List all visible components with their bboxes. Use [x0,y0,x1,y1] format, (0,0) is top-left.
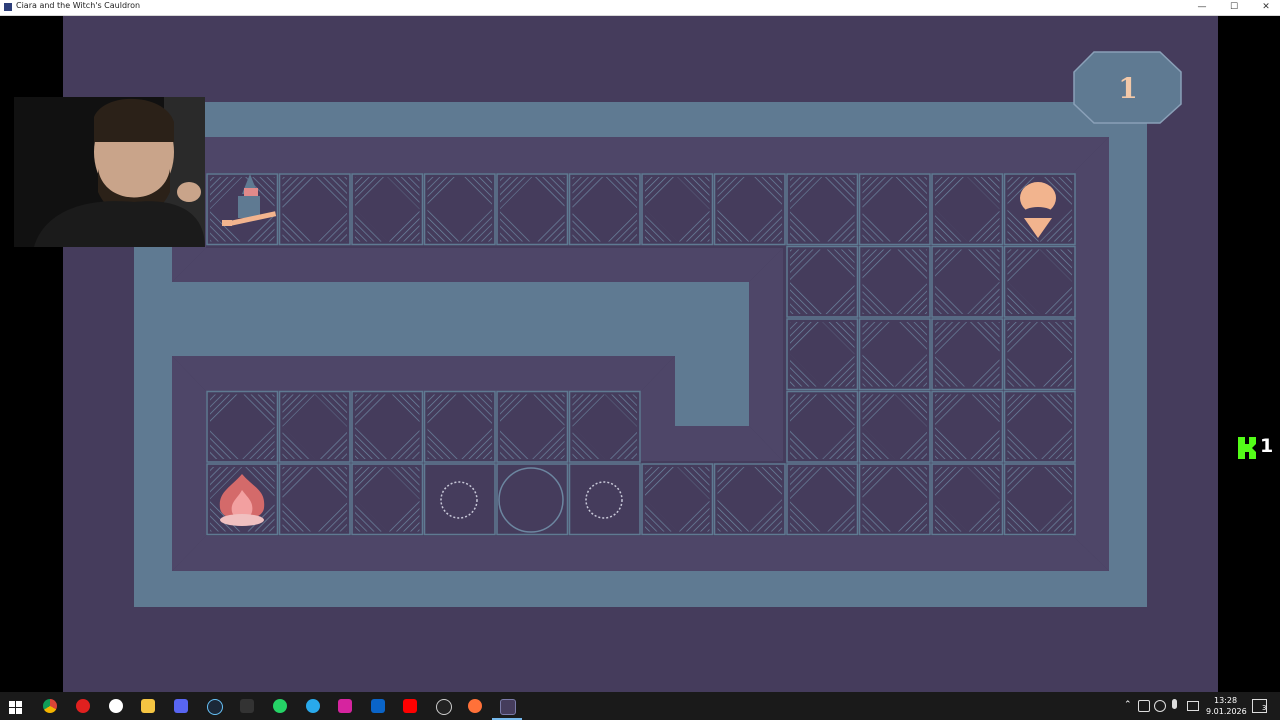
floor-tile[interactable] [786,173,859,246]
maximize-icon: ☐ [1229,2,1239,12]
floor-tile[interactable] [568,173,641,246]
floor-tile[interactable] [568,463,641,536]
bevel-top-row [172,137,1109,173]
folder-icon[interactable] [141,699,155,713]
floor-tile[interactable] [278,173,351,246]
streamer-avatar [14,97,205,247]
app-icon [4,3,12,11]
floor-tile[interactable] [351,390,424,463]
floor-tile[interactable] [786,318,859,391]
floor-tile[interactable] [423,463,496,536]
floor-tile[interactable] [713,463,786,536]
floor-tile[interactable] [496,463,569,536]
floor-tile[interactable] [423,173,496,246]
kick-overlay: 1 [1236,435,1280,459]
opera-icon[interactable] [76,699,90,713]
display-icon[interactable] [1187,701,1199,711]
level-board[interactable]: 1 [63,16,1218,692]
floor-tile[interactable] [713,173,786,246]
yandex-icon[interactable] [109,699,123,713]
floor-tile[interactable] [786,390,859,463]
obs-icon[interactable] [436,699,452,715]
start-icon[interactable] [9,699,22,714]
floor-tile[interactable] [931,245,1004,318]
active-app-icon[interactable] [500,699,516,715]
minimize-button[interactable]: — [1186,0,1218,15]
window-title: Ciara and the Witch's Cauldron [16,1,141,10]
floor-tile[interactable] [858,173,931,246]
floor-tile[interactable] [786,463,859,536]
chrome-icon[interactable] [43,699,57,713]
steam-icon[interactable] [207,699,223,715]
floor-tile[interactable] [931,318,1004,391]
outlook-icon[interactable] [371,699,385,713]
close-button[interactable]: ✕ [1250,0,1280,15]
floor-tile[interactable] [206,390,279,463]
floor-tile[interactable] [931,173,1004,246]
floor-tile[interactable] [641,173,714,246]
game-viewport[interactable]: 1 [63,16,1218,692]
floor-tile[interactable] [931,463,1004,536]
floor-tile[interactable] [858,318,931,391]
floor-tile[interactable] [351,173,424,246]
bevel-bottom [172,536,1109,571]
move-counter: 1 [1118,72,1137,105]
bevel-top-right [1073,137,1109,571]
volume-icon[interactable] [1138,700,1150,712]
minimize-icon: — [1197,2,1207,12]
floor-tile[interactable] [351,463,424,536]
floor-tile[interactable] [278,390,351,463]
floor-tile[interactable] [786,245,859,318]
floor-tile[interactable] [931,390,1004,463]
floor-tile[interactable] [1003,318,1076,391]
floor-tile[interactable] [1003,463,1076,536]
kick-count: 1 [1260,435,1274,457]
floor-tile[interactable] [1003,245,1076,318]
bevel-mid-left [172,356,206,571]
floor-tile[interactable] [496,390,569,463]
floor-tile[interactable] [423,390,496,463]
bevel-under-top-row [172,248,783,282]
bevel-inner [749,248,783,461]
close-icon: ✕ [1262,2,1270,12]
webcam-overlay [14,97,205,247]
floor-tile[interactable] [496,173,569,246]
floor-tile[interactable] [858,245,931,318]
discord-icon[interactable] [174,699,188,713]
clock-date[interactable]: 9.01.2026 [1206,707,1247,716]
game-icon[interactable] [240,699,254,713]
tray-chevron-icon[interactable]: ⌃ [1124,700,1132,710]
notification-count: 3 [1262,704,1267,712]
whatsapp-icon[interactable] [273,699,287,713]
mic-icon[interactable] [1172,699,1177,709]
floor-tile[interactable] [858,390,931,463]
floor-tile[interactable] [278,463,351,536]
bevel-mid [172,356,675,391]
firefox-icon[interactable] [468,699,482,713]
taskbar[interactable]: ⌃ 13:28 9.01.2026 3 [0,692,1280,720]
floor-tile[interactable] [568,390,641,463]
floor-tile[interactable] [858,463,931,536]
window-titlebar[interactable]: Ciara and the Witch's Cauldron — ☐ ✕ [0,0,1280,16]
kick-logo-icon [1238,437,1256,459]
network-icon[interactable] [1154,700,1166,712]
youtube-icon[interactable] [403,699,417,713]
clock-time[interactable]: 13:28 [1214,696,1237,705]
floor-tile[interactable] [641,463,714,536]
telegram-icon[interactable] [306,699,320,713]
floor-tile[interactable] [1003,390,1076,463]
maximize-button[interactable]: ☐ [1218,0,1250,15]
instagram-icon[interactable] [338,699,352,713]
